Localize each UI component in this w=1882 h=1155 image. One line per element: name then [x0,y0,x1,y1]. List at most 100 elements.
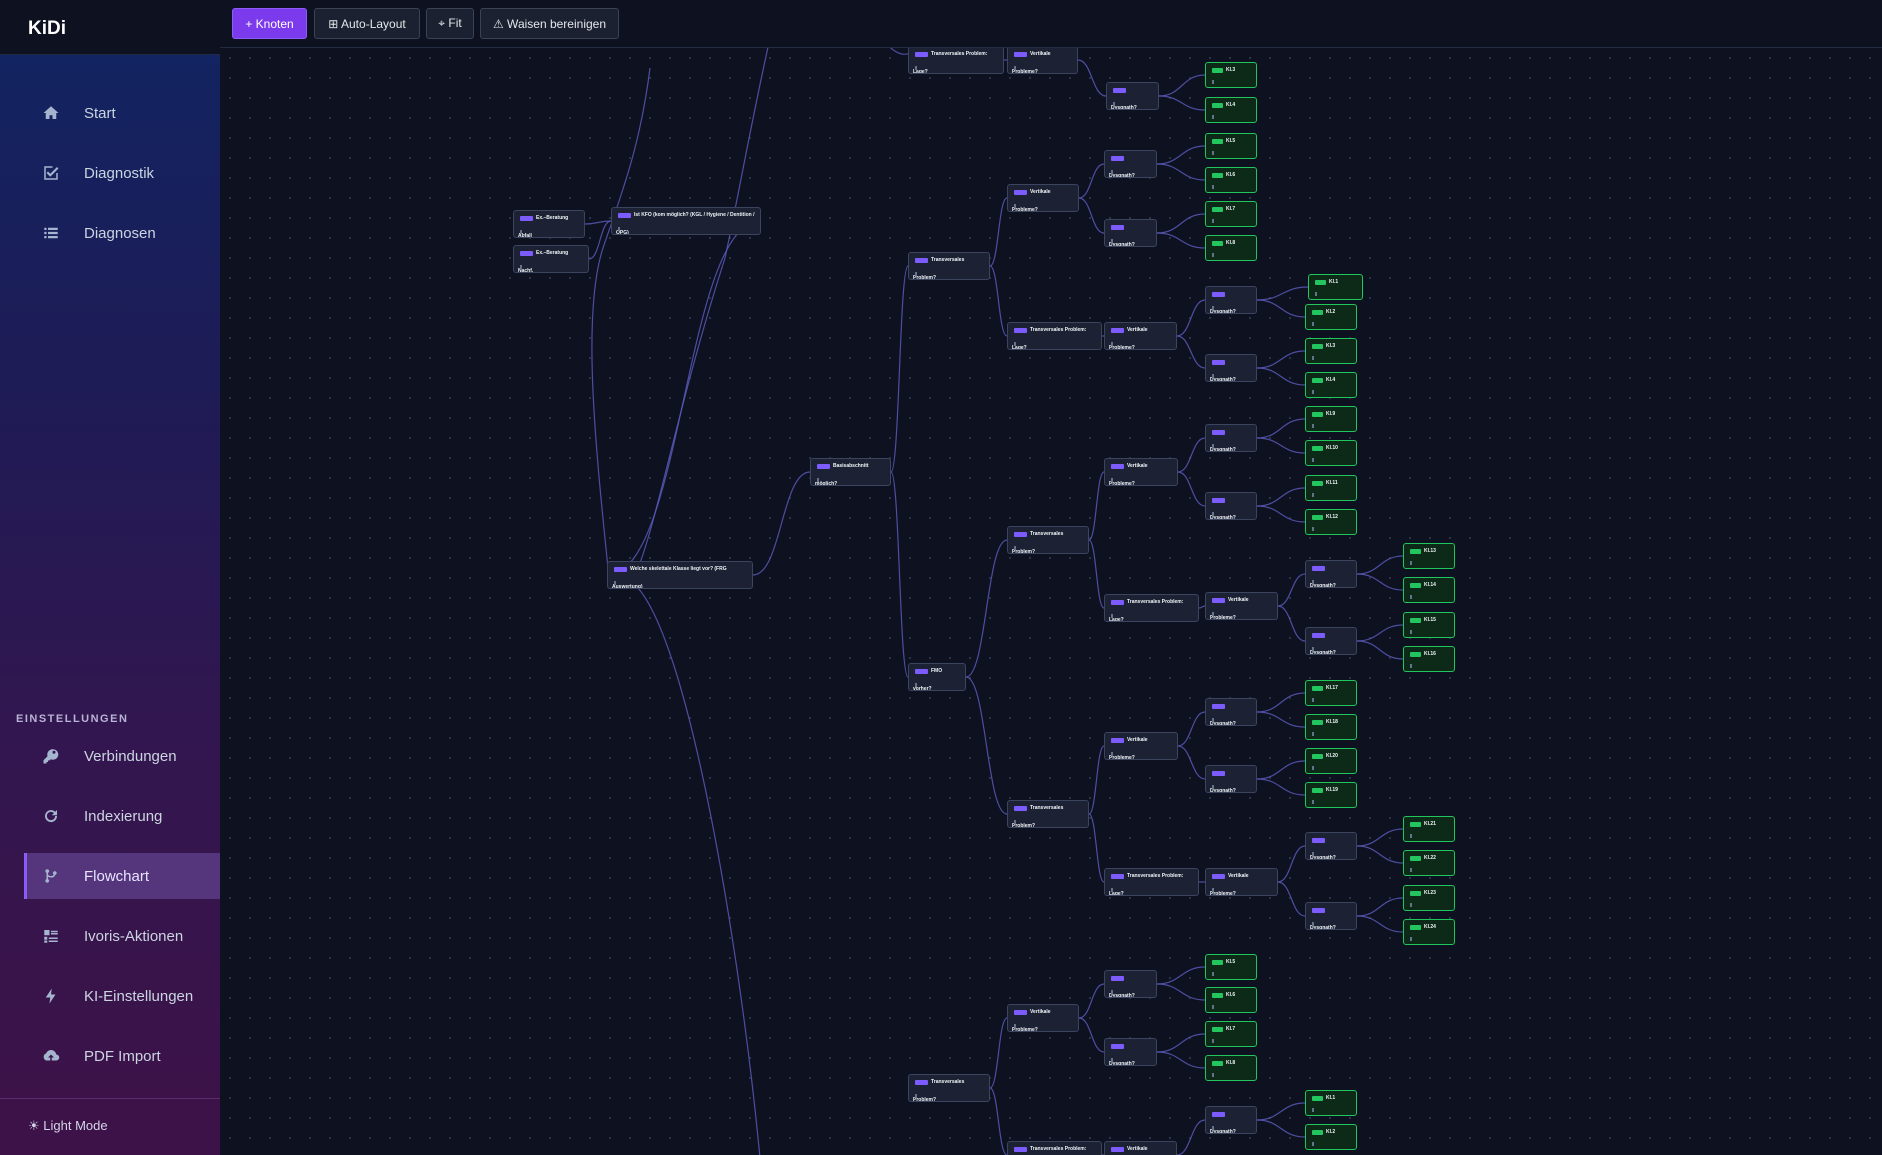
flowchart-node[interactable]: Dysgnath?2 Optionen [1205,492,1257,520]
flowchart-leaf-node[interactable]: KI.1 [1308,274,1363,300]
sidebar-item-diagnostik[interactable]: Diagnostik [24,150,220,196]
sidebar-item-start[interactable]: Start [24,90,220,136]
node-handle[interactable] [1014,1024,1016,1028]
node-handle[interactable] [1410,937,1412,941]
flowchart-leaf-node[interactable]: KI.15 [1403,612,1455,638]
add-node-button[interactable]: + Knoten [232,8,307,39]
node-handle[interactable] [1212,219,1214,223]
node-handle[interactable] [915,683,917,687]
node-handle[interactable] [1312,580,1314,584]
node-handle[interactable] [1312,390,1314,394]
node-handle[interactable] [1312,698,1314,702]
flowchart-leaf-node[interactable]: KI.9 [1305,406,1357,432]
clean-orphans-button[interactable]: ⚠ Waisen bereinigen [480,8,619,39]
node-handle[interactable] [1111,990,1113,994]
flowchart-leaf-node[interactable]: KI.13 [1403,543,1455,569]
flowchart-leaf-node[interactable]: KI.18 [1305,714,1357,740]
node-handle[interactable] [1410,834,1412,838]
node-handle[interactable] [1312,852,1314,856]
node-handle[interactable] [1312,322,1314,326]
node-handle[interactable] [1410,903,1412,907]
flowchart-node[interactable]: Ist KFO (kom möglich? (KGL / Hygiene / D… [611,207,761,235]
flowchart-leaf-node[interactable]: KI.14 [1403,577,1455,603]
node-handle[interactable] [1111,752,1113,756]
node-handle[interactable] [1111,478,1113,482]
flowchart-leaf-node[interactable]: KI.10 [1305,440,1357,466]
sidebar-item-flowchart[interactable]: Flowchart [24,853,220,899]
flowchart-canvas[interactable]: Ex.–Beratung Abfall1 Option Ex.–Beratung … [220,48,1882,1155]
flowchart-leaf-node[interactable]: KI.6 [1205,167,1257,193]
flowchart-leaf-node[interactable]: KI.7 [1205,1021,1257,1047]
node-handle[interactable] [1312,647,1314,651]
flowchart-node[interactable]: Transversales Problem: Lage?2 Optionen [1007,1141,1102,1155]
sidebar-item-indexierung[interactable]: Indexierung [24,793,220,839]
node-handle[interactable] [1312,1108,1314,1112]
node-handle[interactable] [1212,888,1214,892]
node-handle[interactable] [1212,374,1214,378]
flowchart-leaf-node[interactable]: KI.4 [1205,97,1257,123]
flowchart-node[interactable]: Transversales Problem?2 Optionen [908,1074,990,1102]
flowchart-leaf-node[interactable]: KI.2 [1305,1124,1357,1150]
flowchart-leaf-node[interactable]: KI.7 [1205,201,1257,227]
node-handle[interactable] [1410,561,1412,565]
flowchart-node[interactable]: Dysgnath?2 Optionen [1205,354,1257,382]
node-handle[interactable] [1212,1039,1214,1043]
node-handle[interactable] [1410,595,1412,599]
node-handle[interactable] [915,66,917,70]
flowchart-node[interactable]: Transversales Problem?2 Optionen [1007,526,1089,554]
node-handle[interactable] [614,581,616,585]
node-handle[interactable] [915,272,917,276]
node-handle[interactable] [1111,170,1113,174]
flowchart-node[interactable]: Dysgnath?2 Optionen [1305,832,1357,860]
auto-layout-button[interactable]: ⊞ Auto-Layout [314,8,420,39]
flowchart-node[interactable]: Vertikale Probleme?2 Optionen [1205,868,1278,896]
node-handle[interactable] [817,478,819,482]
flowchart-leaf-node[interactable]: KI.5 [1205,954,1257,980]
node-handle[interactable] [1312,922,1314,926]
node-handle[interactable] [1312,800,1314,804]
node-handle[interactable] [1212,151,1214,155]
node-handle[interactable] [1410,664,1412,668]
sidebar-item-diagnosen[interactable]: Diagnosen [24,210,220,256]
flowchart-node[interactable]: Dysgnath?2 Optionen [1104,219,1157,247]
node-handle[interactable] [1014,66,1016,70]
flowchart-node[interactable]: Dysgnath?2 Optionen [1104,970,1157,998]
sidebar-item-ki-einstellungen[interactable]: KI-Einstellungen [24,973,220,1019]
flowchart-node[interactable]: Dysgnath?2 Optionen [1305,902,1357,930]
node-handle[interactable] [1212,785,1214,789]
node-handle[interactable] [1111,614,1113,618]
sidebar-item-pdf-import[interactable]: PDF Import [24,1033,220,1079]
node-handle[interactable] [1212,612,1214,616]
node-handle[interactable] [1113,102,1115,106]
flowchart-leaf-node[interactable]: KI.3 [1305,338,1357,364]
flowchart-node[interactable]: Dysgnath?2 Optionen [1205,286,1257,314]
flowchart-leaf-node[interactable]: KI.21 [1403,816,1455,842]
node-handle[interactable] [1312,493,1314,497]
node-handle[interactable] [1212,444,1214,448]
light-mode-toggle[interactable]: ☀ Light Mode [28,1118,108,1134]
flowchart-node[interactable]: Vertikale Probleme?2 Optionen [1007,1004,1079,1032]
fit-button[interactable]: ⌖ Fit [426,8,474,39]
node-handle[interactable] [1312,458,1314,462]
flowchart-leaf-node[interactable]: KI.11 [1305,475,1357,501]
flowchart-leaf-node[interactable]: KI.24 [1403,919,1455,945]
node-handle[interactable] [520,265,522,269]
node-handle[interactable] [1014,342,1016,346]
node-handle[interactable] [1212,115,1214,119]
flowchart-node[interactable]: Dysgnath?2 Optionen [1205,765,1257,793]
node-handle[interactable] [520,230,522,234]
flowchart-node[interactable]: Dysgnath?2 Optionen [1106,82,1159,110]
flowchart-leaf-node[interactable]: KI.17 [1305,680,1357,706]
flowchart-node[interactable]: Vertikale Probleme?2 Optionen [1007,48,1078,74]
flowchart-node[interactable]: Transversales Problem: Lage?2 Optionen [1104,868,1199,896]
flowchart-node[interactable]: Vertikale Probleme?2 Optionen [1104,322,1177,350]
flowchart-leaf-node[interactable]: KI.6 [1205,987,1257,1013]
flowchart-leaf-node[interactable]: KI.23 [1403,885,1455,911]
node-handle[interactable] [1312,732,1314,736]
flowchart-leaf-node[interactable]: KI.1 [1305,1090,1357,1116]
flowchart-leaf-node[interactable]: KI.8 [1205,1055,1257,1081]
node-handle[interactable] [1111,239,1113,243]
flowchart-node[interactable]: Dysgnath?2 Optionen [1205,424,1257,452]
node-handle[interactable] [1212,80,1214,84]
node-handle[interactable] [1111,888,1113,892]
